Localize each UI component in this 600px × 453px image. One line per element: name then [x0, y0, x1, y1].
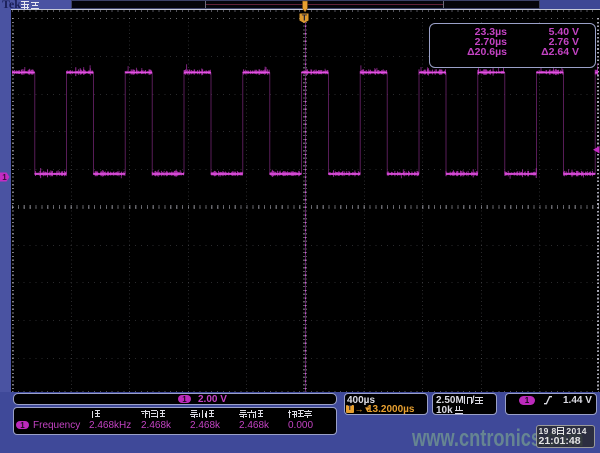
svg-text:1: 1: [2, 173, 7, 182]
svg-text:T: T: [302, 13, 308, 23]
